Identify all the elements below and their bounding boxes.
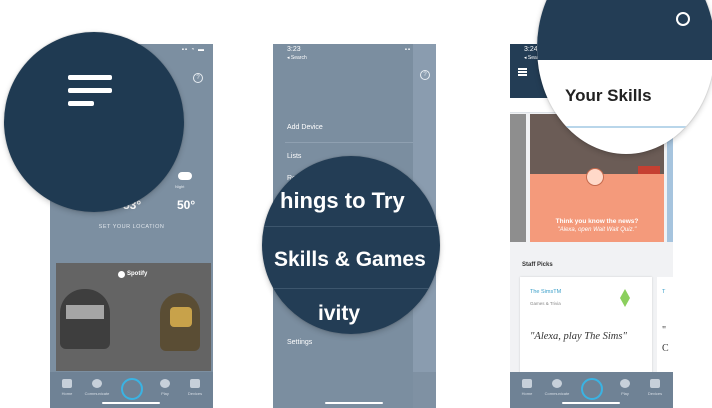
tab-bar-edge xyxy=(413,372,436,408)
status-time: 3:23 xyxy=(287,46,301,53)
skill-name: The SimsTM xyxy=(530,289,562,295)
hamburger-line-2 xyxy=(68,88,112,93)
zoom-partial-icon xyxy=(676,12,690,26)
zoom-skills-games[interactable]: Skills & Games xyxy=(274,248,426,272)
tab-communicate-label: Communicate xyxy=(84,391,110,396)
tab-communicate-label: Communicate xyxy=(544,391,570,396)
tab-communicate[interactable]: Communicate xyxy=(84,379,110,396)
tab-devices-label: Devices xyxy=(647,391,663,396)
sims-skill-card[interactable]: The SimsTM Games & Trivia "Alexa, play T… xyxy=(520,277,652,377)
tab-home[interactable]: Home xyxy=(514,379,540,396)
next-skill-card-peek[interactable]: T " C xyxy=(657,277,673,377)
help-icon[interactable]: ? xyxy=(420,70,430,80)
sims-plumbob-icon xyxy=(620,289,630,307)
tab-bar: Home Communicate Play Devices xyxy=(50,372,213,408)
home-indicator xyxy=(102,402,160,404)
status-icons: ▪▪ ◔ ▬ xyxy=(181,47,205,53)
zoom-things-to-try: hings to Try xyxy=(280,188,405,213)
banner-prev-peek xyxy=(510,114,526,242)
zoom-callout-hamburger xyxy=(4,32,184,212)
tab-play[interactable]: Play xyxy=(152,379,178,396)
peek-skill-name: T xyxy=(662,289,666,295)
hamburger-line-1 xyxy=(68,75,112,80)
chat-icon xyxy=(92,379,102,388)
zoom-activity: ivity xyxy=(318,302,361,325)
skill-quote: "Alexa, play The Sims" xyxy=(530,331,627,342)
zoom-divider-2 xyxy=(262,288,440,289)
tab-devices-label: Devices xyxy=(187,391,203,396)
spotify-icon xyxy=(118,271,125,278)
status-time: 3:24 xyxy=(524,46,538,53)
tab-home-label: Home xyxy=(521,391,533,396)
tab-home-label: Home xyxy=(61,391,73,396)
menu-add-device[interactable]: Add Device xyxy=(287,124,323,131)
tab-play-label: Play xyxy=(161,391,169,396)
spotify-label: Spotify xyxy=(127,271,148,277)
npr-badge xyxy=(638,166,660,174)
zoom-callout-skills-games: hings to Try Skills & Games ivity xyxy=(262,156,440,334)
menu-divider xyxy=(285,142,413,143)
tab-play-label: Play xyxy=(621,391,629,396)
help-icon[interactable]: ? xyxy=(193,73,203,83)
peek-quote-char: C xyxy=(662,343,669,354)
helmet-left-image xyxy=(60,289,110,349)
your-skills-tab[interactable]: Your Skills xyxy=(565,86,652,106)
home-indicator xyxy=(562,402,620,404)
set-location-link[interactable]: SET YOUR LOCATION xyxy=(50,224,213,230)
device-icon xyxy=(650,379,660,388)
helmet-visor xyxy=(66,305,104,319)
play-icon xyxy=(160,379,170,388)
tab-underline xyxy=(537,126,712,128)
hamburger-line-3 xyxy=(68,101,94,106)
news-subtitle: "Alexa, open Wait Wait Quiz." xyxy=(557,227,637,233)
tab-bar: Home Communicate Play Devices xyxy=(510,372,673,408)
zoom-header xyxy=(537,0,712,60)
peek-quote-mark: " xyxy=(662,325,667,336)
helmet-gold-face xyxy=(170,307,192,327)
tab-home[interactable]: Home xyxy=(54,379,80,396)
tab-devices[interactable]: Devices xyxy=(642,379,668,396)
alexa-icon[interactable] xyxy=(121,378,143,400)
temp-night: 50° xyxy=(177,198,196,212)
menu-lists[interactable]: Lists xyxy=(287,153,301,160)
skill-category: Games & Trivia xyxy=(530,301,561,306)
menu-settings[interactable]: Settings xyxy=(287,339,312,346)
home-icon xyxy=(62,379,72,388)
tab-play[interactable]: Play xyxy=(612,379,638,396)
tab-communicate[interactable]: Communicate xyxy=(544,379,570,396)
staff-picks-heading: Staff Picks xyxy=(522,262,553,268)
device-icon xyxy=(190,379,200,388)
cloud-icon xyxy=(178,172,192,180)
home-icon xyxy=(522,379,532,388)
tab-devices[interactable]: Devices xyxy=(182,379,208,396)
chat-icon xyxy=(552,379,562,388)
quiz-logo-icon xyxy=(586,168,604,186)
back-to-search[interactable]: ◂ Search xyxy=(287,55,307,61)
alexa-icon[interactable] xyxy=(581,378,603,400)
home-indicator xyxy=(325,402,383,404)
play-icon xyxy=(620,379,630,388)
news-title: Think you know the news? xyxy=(555,218,639,225)
night-label: Night xyxy=(175,184,185,189)
spotify-card[interactable]: Spotify xyxy=(56,263,211,371)
zoom-divider xyxy=(262,226,440,227)
menu-icon[interactable] xyxy=(518,68,527,70)
